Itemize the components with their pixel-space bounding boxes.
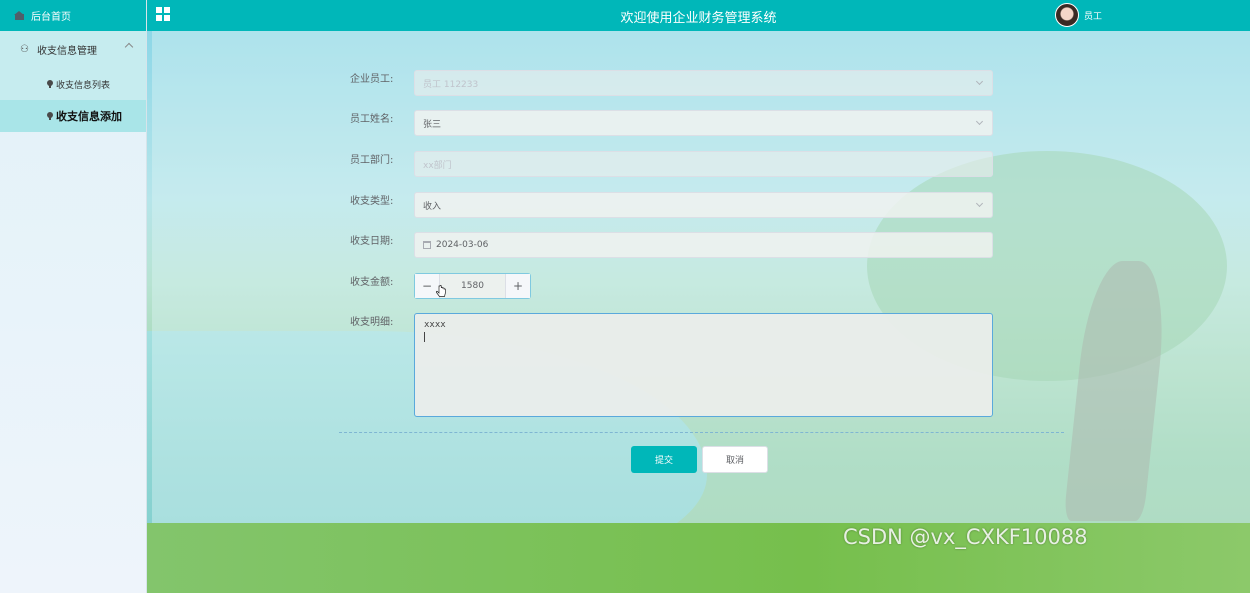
- submit-button[interactable]: 提交: [631, 446, 697, 473]
- field-label: 收支金额:: [350, 277, 394, 288]
- field-label: 企业员工:: [350, 74, 394, 85]
- form-row-department: 员工部门:: [350, 151, 415, 166]
- chevron-down-icon: [975, 77, 984, 86]
- field-label: 员工姓名:: [350, 114, 394, 125]
- department-input[interactable]: xx部门: [414, 151, 993, 177]
- chevron-down-icon: [975, 117, 984, 126]
- sidebar-group-label: 收支信息管理: [37, 46, 97, 57]
- sidebar-item-label: 收支信息添加: [56, 110, 122, 123]
- sidebar-group-income-expense[interactable]: ⚇ 收支信息管理: [0, 31, 146, 68]
- chevron-up-icon: [124, 42, 134, 52]
- cancel-button[interactable]: 取消: [702, 446, 768, 473]
- field-label: 收支明细:: [350, 317, 394, 328]
- sidebar-menu: ⚇ 收支信息管理 收支信息列表 收支信息添加: [0, 31, 146, 132]
- sidebar-home-label: 后台首页: [31, 12, 71, 23]
- home-icon: [14, 11, 25, 20]
- field-label: 收支日期:: [350, 236, 394, 247]
- location-pin-icon: [47, 112, 53, 120]
- divider: [339, 432, 1064, 433]
- amount-stepper[interactable]: − 1580 +: [414, 273, 531, 299]
- user-name: 员工: [1084, 11, 1103, 22]
- department-placeholder: xx部门: [423, 160, 452, 171]
- field-label: 员工部门:: [350, 155, 394, 166]
- form-row-amount: 收支金额:: [350, 273, 415, 288]
- form-row-detail: 收支明细:: [350, 313, 415, 328]
- form-row-date: 收支日期:: [350, 232, 415, 247]
- amount-value[interactable]: 1580: [440, 274, 505, 298]
- date-picker[interactable]: 2024-03-06: [414, 232, 993, 258]
- sidebar-item-home[interactable]: 后台首页: [0, 0, 146, 31]
- text-caret: [424, 332, 425, 342]
- location-pin-icon: [47, 80, 53, 88]
- avatar: [1055, 3, 1079, 27]
- sidebar-item-label: 收支信息列表: [56, 80, 111, 91]
- type-select-value: 收入: [423, 201, 442, 212]
- form-row-name: 员工姓名:: [350, 110, 415, 125]
- top-bar: 欢迎使用企业财务管理系统 员工: [147, 0, 1250, 31]
- name-select[interactable]: 张三: [414, 110, 993, 136]
- user-menu[interactable]: 员工: [1055, 3, 1102, 27]
- type-select[interactable]: 收入: [414, 192, 993, 218]
- chevron-down-icon: [975, 199, 984, 208]
- sidebar-item-income-add[interactable]: 收支信息添加: [0, 100, 146, 132]
- employee-select[interactable]: 员工 112233: [414, 70, 993, 96]
- form-panel: [152, 31, 1250, 523]
- sidebar-item-income-list[interactable]: 收支信息列表: [0, 68, 146, 100]
- increment-button[interactable]: +: [505, 274, 530, 298]
- watermark: CSDN @vx_CXKF10088: [843, 525, 1088, 549]
- date-value: 2024-03-06: [436, 240, 489, 250]
- form-row-type: 收支类型:: [350, 192, 415, 207]
- calendar-icon: [423, 241, 431, 249]
- form-row-employee: 企业员工:: [350, 70, 415, 85]
- name-select-value: 张三: [423, 119, 442, 130]
- detail-text: xxxx: [424, 320, 446, 330]
- detail-textarea[interactable]: xxxx: [414, 313, 993, 417]
- employee-select-value: 员工 112233: [423, 79, 479, 90]
- hand-cursor-icon: [436, 285, 446, 297]
- sidebar: 后台首页 ⚇ 收支信息管理 收支信息列表 收支信息添加: [0, 0, 147, 593]
- field-label: 收支类型:: [350, 196, 394, 207]
- user-group-icon: ⚇: [20, 44, 29, 55]
- main-content: 企业员工: 员工 112233 员工姓名: 张三 员工部门: xx部门 收支类型…: [147, 31, 1250, 593]
